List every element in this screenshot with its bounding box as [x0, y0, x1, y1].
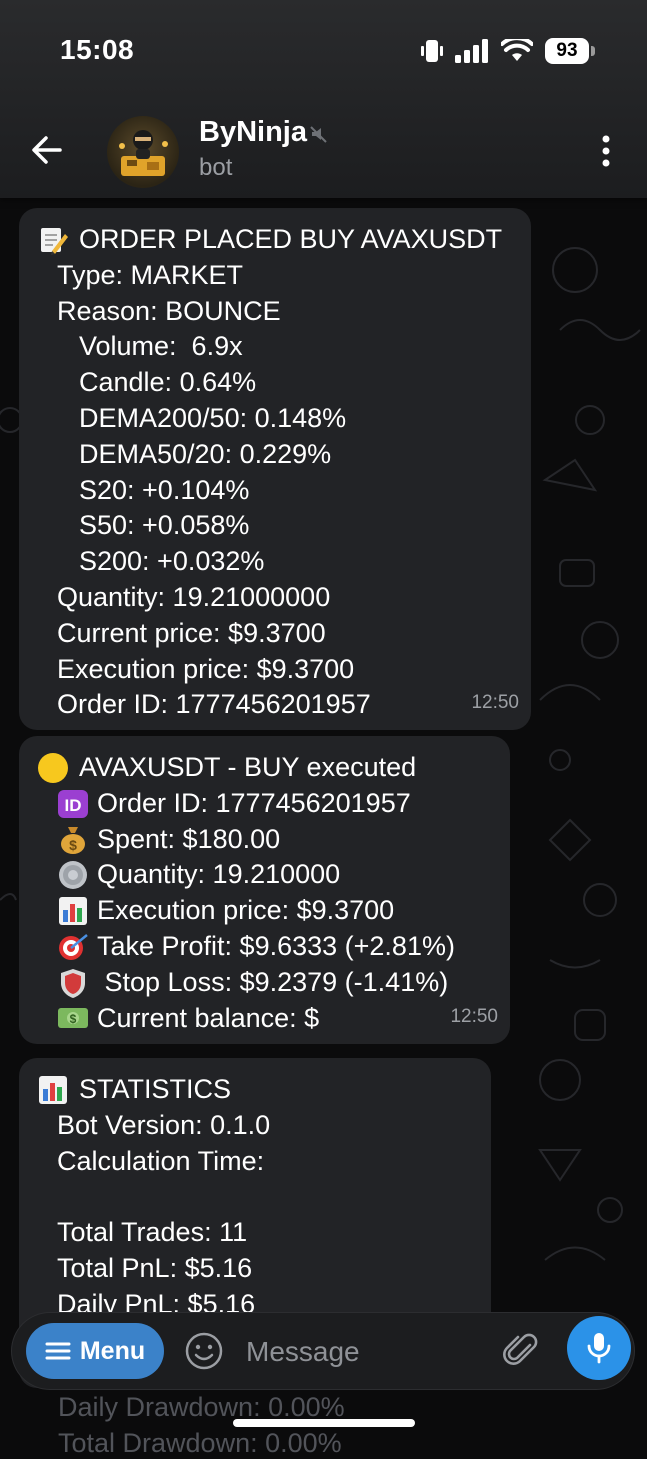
status-icons: 93: [421, 34, 595, 68]
message-line: DEMA200/50: 0.148%: [79, 402, 347, 433]
message-time: 12:50: [450, 1006, 498, 1028]
paperclip-icon[interactable]: [502, 1331, 542, 1371]
message-line: Type: MARKET: [57, 259, 244, 290]
message-input[interactable]: [244, 1327, 498, 1377]
voice-record-button[interactable]: [567, 1316, 631, 1380]
message-line: Quantity: 19.210000: [35, 857, 492, 893]
line-text: Stop Loss: $9.2379 (-1.41%): [97, 966, 449, 997]
message-line: Execution price: $9.3700: [35, 893, 492, 929]
message-line: Execution price: $9.3700: [57, 653, 355, 684]
svg-text:$: $: [69, 837, 77, 853]
message-composer: Menu: [12, 1313, 634, 1389]
message-line: Order ID: 1777456201957: [57, 689, 371, 720]
yellow-circle-icon: [35, 752, 71, 784]
bar-chart-icon: [35, 1074, 71, 1106]
banknote-icon: $: [57, 1002, 89, 1034]
hidden-message-line: Total Drawdown: 0.00%: [58, 1428, 342, 1458]
message-line: $ Spent: $180.00: [35, 822, 492, 858]
message-line: STATISTICS: [35, 1072, 473, 1108]
line-text: Current balance: $: [97, 1002, 320, 1033]
message-line: Reason: BOUNCE: [57, 295, 281, 326]
message-line: S50: +0.058%: [79, 510, 250, 541]
message-line: ID Order ID: 1777456201957: [35, 786, 492, 822]
back-arrow-icon[interactable]: [28, 130, 66, 170]
message-line: Current price: $9.3700: [57, 617, 326, 648]
message-line: S20: +0.104%: [79, 474, 250, 505]
battery-level: 93: [556, 40, 578, 61]
message-line: Calculation Time:: [57, 1145, 265, 1176]
message-line: Total Trades: 11: [57, 1217, 248, 1248]
id-badge-icon: ID: [57, 788, 89, 820]
message-line: Volume: 6.9x: [79, 331, 243, 362]
memo-icon: [35, 224, 71, 256]
menu-button-label: Menu: [79, 1336, 146, 1365]
bot-avatar[interactable]: [107, 116, 179, 188]
svg-text:$: $: [70, 1012, 77, 1026]
message-line: Quantity: 19.21000000: [57, 581, 331, 612]
line-text: Spent: $180.00: [97, 823, 281, 854]
message-bubble-order-placed[interactable]: ORDER PLACED BUY AVAXUSDT Type: MARKET R…: [19, 208, 531, 730]
more-options-icon[interactable]: [596, 134, 616, 170]
message-line: S200: +0.032%: [79, 546, 265, 577]
ninja-avatar-icon: [119, 130, 168, 176]
chat-title[interactable]: ByNinja: [199, 116, 307, 149]
message-line: Stop Loss: $9.2379 (-1.41%): [35, 965, 492, 1001]
home-indicator: [233, 1419, 415, 1427]
message-title: AVAXUSDT - BUY executed: [79, 752, 417, 782]
emoji-icon[interactable]: [184, 1331, 224, 1371]
line-text: Execution price: $9.3700: [97, 895, 395, 926]
cellular-signal-icon: [455, 39, 488, 63]
muted-icon: [310, 126, 327, 143]
message-time: 12:50: [471, 692, 519, 714]
line-text: Take Profit: $9.6333 (+2.81%): [97, 930, 455, 961]
bot-menu-button[interactable]: Menu: [26, 1323, 164, 1379]
message-bubble-buy-executed[interactable]: AVAXUSDT - BUY executed ID Order ID: 177…: [19, 736, 510, 1044]
target-icon: [57, 931, 89, 963]
money-bag-icon: $: [57, 823, 89, 855]
svg-text:ID: ID: [65, 796, 82, 815]
message-line: Bot Version: 0.1.0: [57, 1109, 271, 1140]
coin-icon: [57, 859, 89, 891]
message-line: Candle: 0.64%: [79, 367, 257, 398]
message-title: ORDER PLACED BUY AVAXUSDT: [79, 224, 503, 254]
microphone-icon: [587, 1333, 611, 1364]
line-text: Order ID: 1777456201957: [97, 787, 411, 818]
wifi-icon: [501, 39, 533, 61]
vibrate-icon: [421, 40, 443, 62]
bar-chart-icon: [57, 895, 89, 927]
line-text: Quantity: 19.210000: [97, 859, 341, 890]
chat-subtitle: bot: [199, 154, 233, 181]
message-line: Take Profit: $9.6333 (+2.81%): [35, 929, 492, 965]
hamburger-icon: [45, 1342, 71, 1360]
message-title: STATISTICS: [79, 1074, 232, 1104]
message-line: Total PnL: $5.16: [57, 1252, 253, 1283]
message-line: ORDER PLACED BUY AVAXUSDT: [35, 222, 513, 258]
message-line: AVAXUSDT - BUY executed: [35, 750, 492, 786]
shield-icon: [57, 967, 89, 999]
message-line: $ Current balance: $: [35, 1001, 492, 1037]
message-line: [35, 1179, 473, 1215]
chat-header: 15:08 93 ByNinja bot: [0, 0, 647, 198]
status-time: 15:08: [60, 34, 135, 65]
battery-icon: 93: [545, 38, 595, 64]
message-line: DEMA50/20: 0.229%: [79, 438, 332, 469]
